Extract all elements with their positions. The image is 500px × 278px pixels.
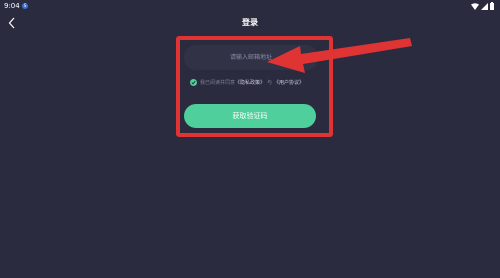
notification-badge-icon: S (22, 3, 28, 9)
wifi-icon (471, 2, 479, 10)
annotation-highlight-box (176, 36, 333, 137)
page-title: 登录 (242, 18, 258, 27)
battery-icon (490, 2, 494, 10)
status-time: 9:04 (4, 2, 20, 10)
status-icons (471, 2, 494, 10)
signal-icon (481, 2, 488, 10)
status-bar: 9:04 S (0, 0, 500, 12)
